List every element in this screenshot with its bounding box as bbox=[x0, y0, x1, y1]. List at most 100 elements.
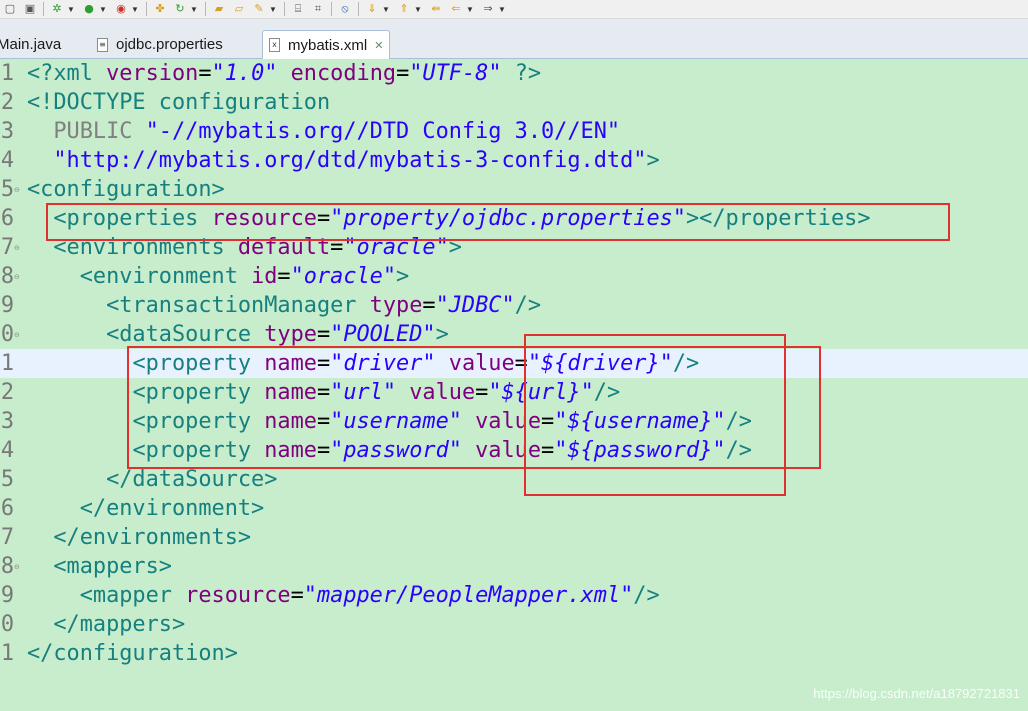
toggle-mark-icon[interactable]: ⦸ bbox=[337, 1, 353, 17]
code-token: = bbox=[316, 322, 331, 347]
fold-toggle-icon[interactable]: ⊖ bbox=[14, 273, 22, 281]
code-line[interactable]: 3 PUBLIC "-//mybatis.org//DTD Config 3.0… bbox=[0, 117, 1028, 146]
run-dropdown-icon[interactable]: ▼ bbox=[99, 5, 108, 14]
code-token: = bbox=[475, 380, 489, 405]
code-text: <configuration> bbox=[27, 175, 225, 204]
code-text: <mappers> bbox=[27, 552, 172, 581]
forward-icon[interactable]: ⇒ bbox=[480, 1, 496, 17]
code-line[interactable]: 8 ⊖ <environment id="oracle"> bbox=[0, 262, 1028, 291]
refresh-dropdown-icon[interactable]: ▼ bbox=[190, 5, 199, 14]
debug-dropdown-icon[interactable]: ▼ bbox=[67, 5, 76, 14]
close-icon[interactable]: ✕ bbox=[374, 39, 383, 52]
line-number: 4 bbox=[0, 438, 14, 463]
last-edit-icon[interactable]: ⇚ bbox=[428, 1, 444, 17]
code-token: </dataSource> bbox=[106, 467, 278, 492]
code-line[interactable]: 3 <property name="username" value="${use… bbox=[0, 407, 1028, 436]
code-text: <!DOCTYPE configuration bbox=[27, 88, 330, 117]
code-text: <property name="url" value="${url}"/> bbox=[27, 378, 620, 407]
code-token: name bbox=[264, 438, 317, 463]
code-editor[interactable]: 1 <?xml version="1.0" encoding="UTF-8" ?>… bbox=[0, 59, 1028, 711]
code-line[interactable]: 6 <properties resource="property/ojdbc.p… bbox=[0, 204, 1028, 233]
code-token: <property bbox=[132, 409, 265, 434]
code-text: <mapper resource="mapper/PeopleMapper.xm… bbox=[27, 581, 660, 610]
code-token: <mapper bbox=[79, 583, 186, 608]
code-token: <?xml bbox=[27, 61, 107, 86]
fold-toggle-icon[interactable]: ⊖ bbox=[14, 244, 22, 252]
new-package-icon[interactable]: ✤ bbox=[152, 1, 168, 17]
code-token: "-//mybatis.org//DTD Config 3.0//EN" bbox=[145, 119, 621, 144]
pin-icon[interactable]: ⌗ bbox=[310, 1, 326, 17]
code-text: </dataSource> bbox=[27, 465, 277, 494]
code-token: = bbox=[541, 409, 555, 434]
refresh-icon[interactable]: ↻ bbox=[172, 1, 188, 17]
line-number: 7 bbox=[0, 525, 14, 550]
code-line[interactable]: 7 ⊖ <environments default="oracle"> bbox=[0, 233, 1028, 262]
forward-dropdown-icon[interactable]: ▼ bbox=[498, 5, 507, 14]
code-line[interactable]: 9 <transactionManager type="JDBC"/> bbox=[0, 291, 1028, 320]
code-token: </environments> bbox=[53, 525, 252, 550]
code-line[interactable]: 9 <mapper resource="mapper/PeopleMapper.… bbox=[0, 581, 1028, 610]
code-line[interactable]: 6 </environment> bbox=[0, 494, 1028, 523]
fold-toggle-icon[interactable]: ⊖ bbox=[14, 186, 22, 194]
properties-file-icon: ≡ bbox=[97, 37, 108, 52]
run-icon[interactable]: ● bbox=[81, 1, 97, 17]
back-dropdown-icon[interactable]: ▼ bbox=[466, 5, 475, 14]
line-number: 5 bbox=[0, 467, 14, 492]
tab-ojdbc-properties[interactable]: ≡ ojdbc.properties bbox=[97, 31, 223, 58]
code-token: resource bbox=[185, 583, 291, 608]
code-text: <?xml version="1.0" encoding="UTF-8" ?> bbox=[27, 59, 541, 88]
run-external-icon[interactable]: ◉ bbox=[113, 1, 129, 17]
code-line[interactable]: 4 "http://mybatis.org/dtd/mybatis-3-conf… bbox=[0, 146, 1028, 175]
code-line[interactable]: 1 </configuration> bbox=[0, 639, 1028, 668]
line-number: 4 bbox=[0, 148, 14, 173]
tab-mybatis-xml[interactable]: x mybatis.xml ✕ bbox=[262, 30, 391, 59]
code-line[interactable]: 4 <property name="password" value="${pas… bbox=[0, 436, 1028, 465]
open-file-icon[interactable]: ▱ bbox=[231, 1, 247, 17]
code-token: /> bbox=[725, 409, 752, 434]
toolbar-separator bbox=[358, 2, 359, 16]
code-line[interactable]: 2 <!DOCTYPE configuration bbox=[0, 88, 1028, 117]
code-line[interactable]: 1 <property name="driver" value="${drive… bbox=[0, 349, 1028, 378]
back-icon[interactable]: ⇐ bbox=[448, 1, 464, 17]
external-dropdown-icon[interactable]: ▼ bbox=[131, 5, 140, 14]
save-icon[interactable]: ▣ bbox=[22, 1, 38, 17]
line-number: 1 bbox=[0, 641, 14, 666]
previous-annotation-icon[interactable]: ⇑ bbox=[396, 1, 412, 17]
line-number: 7 bbox=[0, 235, 14, 260]
code-line[interactable]: 0 </mappers> bbox=[0, 610, 1028, 639]
next-annotation-dropdown-icon[interactable]: ▼ bbox=[382, 5, 391, 14]
code-line[interactable]: 7 </environments> bbox=[0, 523, 1028, 552]
line-number: 3 bbox=[0, 409, 14, 434]
xml-file-icon: x bbox=[269, 38, 280, 52]
code-line[interactable]: 1 <?xml version="1.0" encoding="UTF-8" ?> bbox=[0, 59, 1028, 88]
code-token: <property bbox=[132, 380, 265, 405]
code-line[interactable]: 0 ⊖ <dataSource type="POOLED"> bbox=[0, 320, 1028, 349]
code-line[interactable]: 8 ⊖ <mappers> bbox=[0, 552, 1028, 581]
code-token: name bbox=[264, 380, 317, 405]
tab-label: ojdbc.properties bbox=[116, 36, 223, 53]
code-token: default bbox=[237, 235, 331, 260]
next-annotation-icon[interactable]: ⇓ bbox=[364, 1, 380, 17]
open-folder-icon[interactable]: ▰ bbox=[211, 1, 227, 17]
code-line[interactable]: 2 <property name="url" value="${url}"/> bbox=[0, 378, 1028, 407]
debug-icon[interactable]: ✲ bbox=[49, 1, 65, 17]
code-token: </mappers> bbox=[53, 612, 186, 637]
fold-toggle-icon[interactable]: ⊖ bbox=[14, 331, 22, 339]
code-token: = bbox=[290, 583, 304, 608]
code-token: "oracle" bbox=[343, 235, 449, 260]
code-line[interactable]: 5 ⊖ <configuration> bbox=[0, 175, 1028, 204]
build-icon[interactable]: ⌸ bbox=[290, 1, 306, 17]
search-dropdown-icon[interactable]: ▼ bbox=[269, 5, 278, 14]
search-icon[interactable]: ✎ bbox=[251, 1, 267, 17]
new-file-icon[interactable]: ▢ bbox=[2, 1, 18, 17]
tab-main-java[interactable]: Main.java bbox=[0, 31, 61, 58]
code-line[interactable]: 5 </dataSource> bbox=[0, 465, 1028, 494]
code-text: </mappers> bbox=[27, 610, 185, 639]
code-token: > bbox=[448, 235, 462, 260]
previous-annotation-dropdown-icon[interactable]: ▼ bbox=[414, 5, 423, 14]
code-token: type bbox=[369, 293, 423, 318]
fold-toggle-icon[interactable]: ⊖ bbox=[14, 563, 22, 571]
